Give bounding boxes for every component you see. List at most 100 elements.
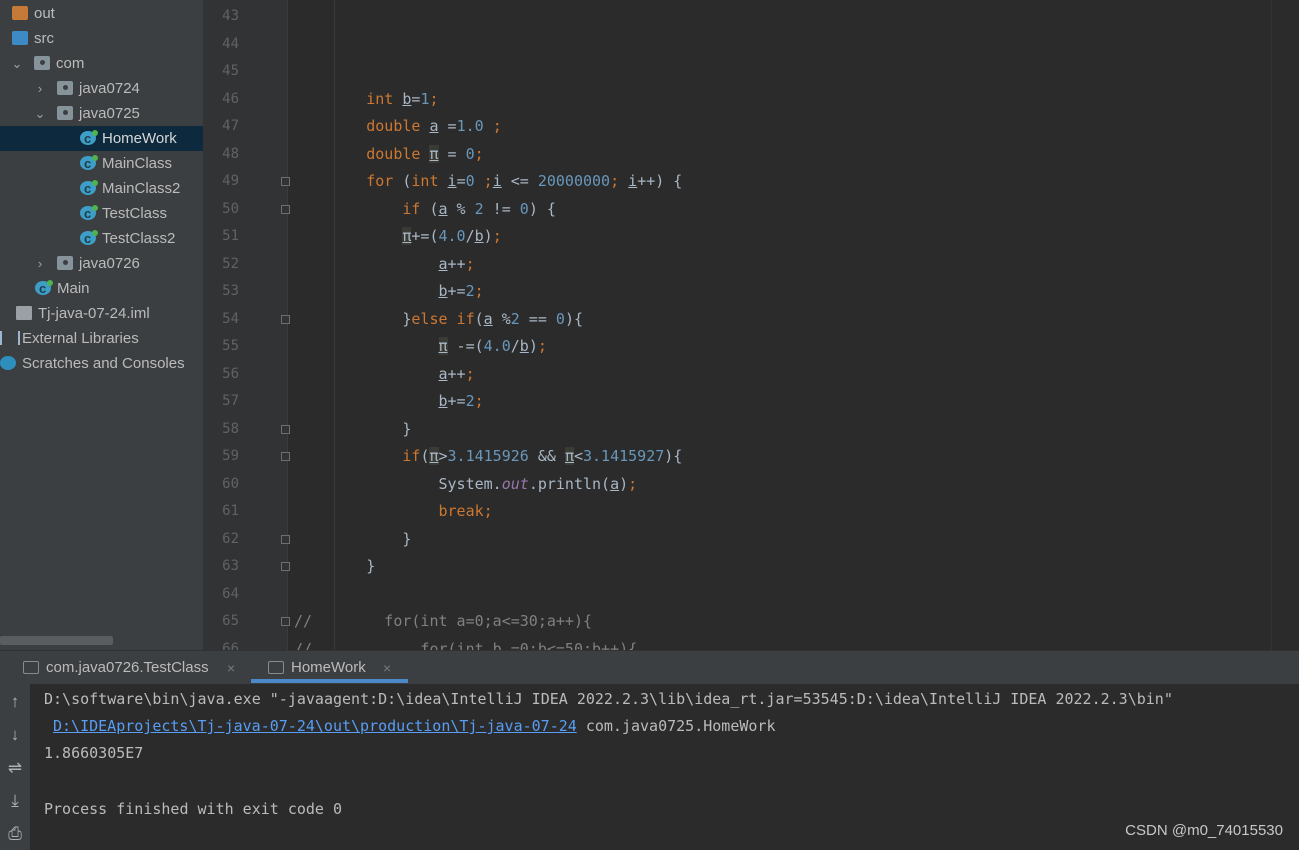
fold-marker-icon[interactable] [281,617,290,626]
tree-item-java0725[interactable]: ⌄ java0725 [0,101,203,126]
tree-item-label: Tj-java-07-24.iml [38,305,150,322]
java-class-icon [35,276,53,301]
tree-item-label: java0724 [79,80,140,97]
line-number: 63 [222,558,239,574]
line-number: 57 [222,393,239,409]
tab-label: com.java0726.TestClass [46,659,209,676]
code-line: } [294,419,412,438]
line-number: 45 [222,63,239,79]
code-line: π -=(4.0/b); [438,337,547,355]
chevron-down-icon[interactable]: ⌄ [33,101,47,126]
tree-item-label: src [34,30,54,47]
code-line: int b=1; [366,89,439,108]
tree-item-out[interactable]: out [0,1,203,26]
code-line: } [294,529,412,548]
indent-guide [334,0,335,650]
line-number: 50 [222,200,239,217]
code-line: double a =1.0 ; [366,117,502,135]
fold-marker-icon[interactable] [281,424,290,434]
code-line: break; [438,502,493,520]
fold-marker-icon[interactable] [281,562,290,571]
code-line: // for(int a=0;a<=30;a++){ [294,612,593,630]
fold-marker-icon[interactable] [281,177,290,186]
line-number: 59 [222,448,239,464]
soft-wrap-icon[interactable]: ⇌ [3,756,27,780]
tree-item-tj-java-07-24-iml[interactable]: Tj-java-07-24.iml [0,301,203,326]
line-number: 65 [222,613,239,629]
scroll-up-icon[interactable]: ↑ [3,690,27,714]
code-line: a++; [438,364,475,383]
tree-item-scratches-and-consoles[interactable]: Scratches and Consoles [0,351,203,376]
fold-marker-icon[interactable] [281,452,290,461]
tree-item-mainclass[interactable]: MainClass [0,151,203,176]
package-folder-icon [57,106,73,120]
main-class-text: com.java0725.HomeWork [576,717,776,735]
console-line-exit: Process finished with exit code 0 [44,800,343,818]
java-class-icon [80,226,98,251]
code-line: b+=2; [438,282,484,300]
line-number: 46 [222,90,239,107]
java-class-icon [80,126,98,151]
tree-item-label: java0726 [79,255,140,272]
code-line: a++; [438,254,475,273]
code-line: double π = 0; [366,144,484,163]
tree-item-homework[interactable]: HomeWork [0,126,203,151]
java-class-icon [80,176,98,201]
java-class-icon [80,201,98,226]
chevron-right-icon[interactable]: › [33,76,47,101]
line-number: 49 [222,173,239,189]
line-number: 44 [222,35,239,52]
tree-item-testclass2[interactable]: TestClass2 [0,226,203,251]
tree-item-src[interactable]: ⌄ src [0,26,203,51]
console-icon [268,661,284,674]
tree-item-com[interactable]: ⌄ com [0,51,203,76]
tree-item-label: out [34,5,55,22]
line-number: 64 [222,585,239,602]
tree-item-external-libraries[interactable]: External Libraries [0,326,203,351]
folder-orange-icon [12,6,28,20]
code-line: for (int i=0 ;i <= 20000000; i++) { [366,172,683,190]
line-number: 55 [222,338,239,354]
active-tab-indicator [251,679,408,683]
project-tree-scrollbar[interactable] [0,636,113,645]
scroll-down-icon[interactable]: ↓ [3,723,27,747]
line-number: 47 [222,118,239,134]
tree-item-label: External Libraries [22,330,139,347]
scratches-icon [0,356,16,370]
line-number: 60 [222,475,239,492]
fold-marker-icon[interactable] [281,314,290,324]
classpath-link[interactable]: D:\IDEAprojects\Tj-java-07-24\out\produc… [53,717,577,735]
console-toolbar: ↑ ↓ ⇌ ⤓ ⎙ [0,684,30,850]
line-number: 61 [222,503,239,519]
close-icon[interactable]: × [227,651,235,685]
code-line: System.out.println(a); [294,474,638,493]
line-number: 53 [222,283,239,299]
chevron-down-icon[interactable]: ⌄ [0,26,2,51]
chevron-right-icon[interactable]: › [33,251,47,276]
print-icon[interactable]: ⎙ [3,822,27,846]
package-folder-icon [34,56,50,70]
tree-item-main[interactable]: Main [0,276,203,301]
console-icon [23,661,39,674]
run-tab-bar: com.java0726.TestClass × HomeWork × [0,650,1299,684]
tree-item-label: Scratches and Consoles [22,355,185,372]
fold-marker-icon[interactable] [281,534,290,544]
libraries-icon [0,331,20,345]
tree-item-java0724[interactable]: › java0724 [0,76,203,101]
console-line-output: 1.8660305E7 [44,744,144,762]
fold-marker-icon[interactable] [281,204,290,214]
scroll-to-end-icon[interactable]: ⤓ [3,789,27,813]
tree-item-label: HomeWork [102,130,177,147]
line-number: 52 [222,255,239,272]
line-number: 54 [222,310,239,327]
tree-item-java0726[interactable]: › java0726 [0,251,203,276]
line-number: 58 [222,420,239,437]
code-line: b+=2; [438,392,484,410]
tree-item-mainclass2[interactable]: MainClass2 [0,176,203,201]
editor-scrollbar[interactable] [1271,0,1299,650]
tree-item-label: MainClass2 [102,180,181,197]
chevron-down-icon[interactable]: ⌄ [10,51,24,76]
tree-item-testclass[interactable]: TestClass [0,201,203,226]
tree-item-label: java0725 [79,105,140,122]
iml-file-icon [16,306,32,320]
